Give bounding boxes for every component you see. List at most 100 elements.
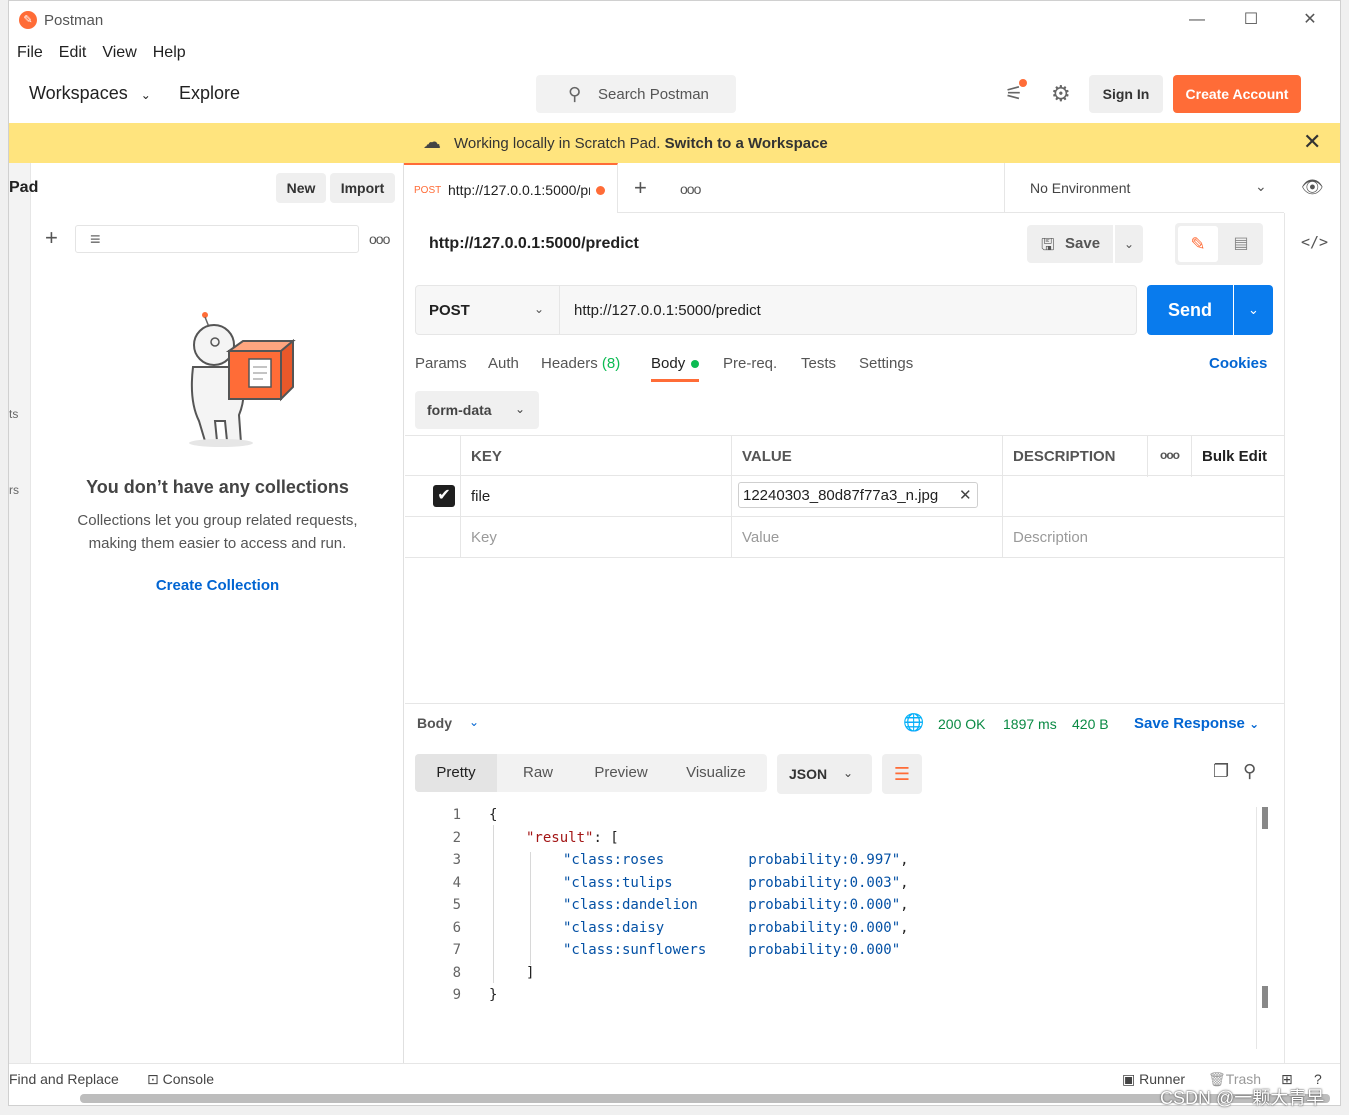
table-row: ✔ file 12240303_80d87f77a3_n.jpg ✕ <box>405 476 1284 517</box>
chevron-down-icon[interactable]: ⌄ <box>469 715 479 729</box>
environment-label: No Environment <box>1030 180 1131 196</box>
value-cell[interactable]: 12240303_80d87f77a3_n.jpg ✕ <box>732 476 1003 517</box>
view-raw[interactable]: Raw <box>505 754 571 792</box>
table-header-description: DESCRIPTION <box>1003 436 1148 477</box>
description-input[interactable]: Description <box>1003 517 1284 558</box>
menu-view[interactable]: View <box>102 44 136 62</box>
chevron-down-icon: ⌄ <box>534 302 545 316</box>
tab-settings[interactable]: Settings <box>859 355 913 372</box>
status-code[interactable]: 200 OK <box>938 716 985 732</box>
close-window-button[interactable]: ✕ <box>1287 7 1333 33</box>
scratch-pad-banner: ☁ Working locally in Scratch Pad. Switch… <box>9 123 1340 163</box>
add-collection-icon[interactable]: + <box>45 225 58 251</box>
tab-body[interactable]: Body <box>651 355 700 382</box>
key-input[interactable]: Key <box>461 517 732 558</box>
maximize-button[interactable]: ☐ <box>1228 7 1274 33</box>
code-icon[interactable]: </> <box>1301 233 1328 251</box>
description-cell[interactable] <box>1003 476 1284 517</box>
view-pretty[interactable]: Pretty <box>415 754 497 792</box>
request-tab[interactable]: POST http://127.0.0.1:5000/predict <box>404 163 618 213</box>
environment-selector[interactable]: No Environment ⌄ <box>1004 163 1284 213</box>
runner-icon: ▣ <box>1122 1071 1136 1087</box>
response-time[interactable]: 1897 ms <box>1003 716 1057 732</box>
postman-window: ✎ Postman — ☐ ✕ File Edit View Help Work… <box>8 0 1341 1106</box>
response-size[interactable]: 420 B <box>1072 716 1109 732</box>
save-response-button[interactable]: Save Response ⌄ <box>1134 715 1259 732</box>
bulk-edit-button[interactable]: Bulk Edit <box>1192 436 1284 477</box>
more-options-icon[interactable]: ooo <box>369 231 390 247</box>
search-icon[interactable]: ⚲ <box>1243 761 1256 782</box>
gear-icon[interactable]: ⚙ <box>1051 81 1071 107</box>
new-button[interactable]: New <box>276 173 326 203</box>
horizontal-scrollbar[interactable] <box>80 1094 1330 1103</box>
rail-label[interactable]: ts <box>9 407 18 421</box>
scrollbar-thumb[interactable] <box>1262 807 1268 829</box>
empty-state-description: Collections let you group related reques… <box>31 509 404 555</box>
body-mode-select[interactable]: form-data ⌄ <box>415 391 539 429</box>
right-sidebar <box>1284 213 1340 1063</box>
save-dropdown-chevron-icon[interactable]: ⌄ <box>1115 225 1143 263</box>
tab-more-icon[interactable]: ooo <box>680 181 701 197</box>
filter-input[interactable]: ≡ <box>75 225 359 253</box>
menu-file[interactable]: File <box>17 44 43 62</box>
create-account-button[interactable]: Create Account <box>1173 75 1301 113</box>
response-body-label[interactable]: Body <box>417 715 452 731</box>
value-input[interactable]: Value <box>732 517 1003 558</box>
code-line: "class:roses probability:0.997", <box>563 852 909 868</box>
switch-workspace-link[interactable]: Switch to a Workspace <box>665 135 828 152</box>
tab-tests[interactable]: Tests <box>801 355 836 372</box>
copy-icon[interactable]: ❐ <box>1213 761 1229 782</box>
explore-link[interactable]: Explore <box>179 83 240 104</box>
send-button[interactable]: Send <box>1147 285 1233 335</box>
filter-icon: ≡ <box>90 229 101 249</box>
key-value: file <box>471 488 491 505</box>
row-checkbox[interactable]: ✔ <box>433 485 455 507</box>
sidebar-rail: ts rs <box>9 163 31 1063</box>
tab-headers[interactable]: Headers (8) <box>541 355 620 372</box>
tab-prereq[interactable]: Pre-req. <box>723 355 777 372</box>
new-tab-icon[interactable]: + <box>634 175 647 201</box>
menu-help[interactable]: Help <box>153 44 186 62</box>
edit-pencil-icon[interactable]: ✎ <box>1178 226 1218 262</box>
create-collection-link[interactable]: Create Collection <box>31 577 404 594</box>
tab-params[interactable]: Params <box>415 355 467 372</box>
save-button[interactable]: 🖫 Save <box>1027 225 1113 263</box>
globe-icon[interactable]: 🌐 <box>903 713 924 733</box>
rail-label[interactable]: rs <box>9 483 19 497</box>
view-preview[interactable]: Preview <box>579 754 663 792</box>
response-format-select[interactable]: JSON ⌄ <box>777 754 872 794</box>
satellite-icon[interactable]: ⚟ <box>1005 79 1027 106</box>
sign-in-button[interactable]: Sign In <box>1089 75 1163 113</box>
tab-auth[interactable]: Auth <box>488 355 519 372</box>
workspaces-menu[interactable]: Workspaces ⌄ <box>29 83 151 104</box>
import-button[interactable]: Import <box>330 173 395 203</box>
request-name[interactable]: http://127.0.0.1:5000/predict <box>429 235 639 253</box>
eye-icon[interactable]: 👁 <box>1301 177 1324 198</box>
cloud-off-icon: ☁ <box>423 132 441 152</box>
empty-state-line: making them easier to access and run. <box>88 535 347 552</box>
app-title: Postman <box>44 12 104 29</box>
scrollbar-thumb[interactable] <box>1262 986 1268 1008</box>
console-button[interactable]: ⊡ Console <box>147 1071 214 1088</box>
view-visualize[interactable]: Visualize <box>671 754 761 792</box>
view-mode-toggle: ✎ ▤ <box>1175 223 1263 265</box>
value-placeholder: Value <box>742 529 780 546</box>
table-header-value: VALUE <box>732 436 1003 477</box>
search-icon: ⚲ <box>568 84 582 104</box>
send-dropdown-chevron-icon[interactable]: ⌄ <box>1234 285 1273 335</box>
search-box[interactable]: ⚲ Search Postman <box>536 75 736 113</box>
table-more-icon[interactable]: ooo <box>1148 436 1192 477</box>
response-divider[interactable] <box>405 703 1284 704</box>
method-select[interactable]: POST ⌄ <box>416 286 560 334</box>
cookies-link[interactable]: Cookies <box>1209 355 1267 372</box>
find-replace-button[interactable]: Find and Replace <box>9 1071 119 1087</box>
banner-close-icon[interactable]: ✕ <box>1303 129 1321 155</box>
url-input[interactable]: http://127.0.0.1:5000/predict <box>574 302 761 319</box>
line-number: 6 <box>452 919 461 936</box>
wrap-lines-icon[interactable]: ☰ <box>882 754 922 794</box>
menu-edit[interactable]: Edit <box>59 44 87 62</box>
minimize-button[interactable]: — <box>1174 7 1220 33</box>
comment-icon[interactable]: ▤ <box>1223 226 1259 262</box>
remove-file-icon[interactable]: ✕ <box>959 486 972 504</box>
key-cell[interactable]: file <box>461 476 732 517</box>
